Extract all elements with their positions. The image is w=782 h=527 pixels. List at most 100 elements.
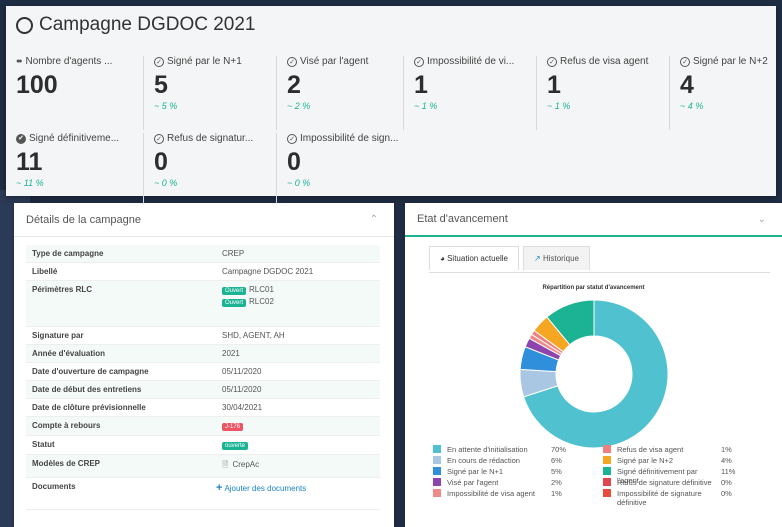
stat-label-text: Signé définitiveme... (29, 133, 120, 144)
legend-value: 6% (551, 456, 562, 465)
row-key: Libellé (26, 262, 216, 281)
panel-header[interactable]: Etat d'avancement ⌄ (405, 203, 782, 237)
stat-label: ✓ Signé par le N+1 (154, 56, 276, 67)
stat-label-text: Nombre d'agents ... (25, 56, 113, 67)
check-circle-icon: ✓ (680, 56, 690, 67)
legend-value: 70% (551, 445, 567, 454)
stat-label: ●● Nombre d'agents ... (16, 56, 138, 67)
legend-label: En cours de rédaction (447, 456, 520, 465)
stat-card: ✓ Impossibilité de vi... 1 ~ 1 % (403, 56, 531, 130)
panel-header[interactable]: Détails de la campagne ⌃ (14, 203, 394, 237)
legend-label: Impossibilité de visa agent (447, 489, 535, 498)
legend-value: 5% (551, 467, 562, 476)
stat-label: ✓ Refus de signatur... (154, 133, 276, 144)
table-row: Date de début des entretiens 05/11/2020 (26, 380, 380, 399)
stat-label: ✓ Refus de visa agent (547, 56, 669, 67)
legend-label: Signé par le N+2 (617, 456, 674, 465)
row-value: + Ajouter des documents (216, 477, 380, 510)
stat-label: ✓ Visé par l'agent (287, 56, 409, 67)
table-row: Statut ouverte (26, 435, 380, 455)
stat-label-text: Refus de visa agent (560, 56, 649, 67)
legend-item[interactable]: Impossibilité de signature définitive 0% (603, 489, 773, 507)
row-value: 🗎 CrepAc (216, 454, 380, 478)
legend-item[interactable]: Signé par le N+1 5% (433, 467, 603, 476)
legend-row: Visé par l'agent 2% Refus de signature déf… (433, 478, 773, 489)
legend-item[interactable]: En cours de rédaction 6% (433, 456, 603, 465)
tab-current-situation[interactable]: ◕ Situation actuelle (429, 246, 520, 270)
add-documents-link[interactable]: + Ajouter des documents (216, 482, 306, 494)
perimeter-value: RLC02 (249, 297, 274, 306)
table-row: Compte à rebours J-176 (26, 416, 380, 436)
legend-swatch (603, 456, 611, 464)
stat-card: ✔ Signé définitiveme... 11 ~ 11 % (16, 133, 144, 207)
stat-label: ✓ Signé par le N+2 (680, 56, 782, 67)
row-value: 30/04/2021 (216, 398, 380, 417)
stat-percent: ~ 1 % (547, 101, 571, 111)
chevron-up-icon[interactable]: ⌃ (370, 214, 378, 225)
row-key: Signature par (26, 326, 216, 345)
row-key: Documents (26, 477, 216, 510)
check-circle-icon: ✓ (287, 56, 297, 67)
donut-chart (519, 299, 669, 449)
row-value: SHD, AGENT, AH (216, 326, 380, 345)
tab-history[interactable]: ↗ Historique (523, 246, 590, 270)
chart-title: Répartition par statut d'avancement (542, 285, 645, 291)
row-key: Date de début des entretiens (26, 380, 216, 399)
legend-label: Impossibilité de signature définitive (617, 489, 702, 507)
legend-value: 2% (551, 478, 562, 487)
stat-percent: ~ 4 % (680, 101, 704, 111)
stat-label: ✔ Signé définitiveme... (16, 133, 138, 144)
stat-value: 0 (287, 148, 301, 176)
legend-label: Visé par l'agent (447, 478, 499, 487)
legend-item[interactable]: Signé par le N+2 4% (603, 456, 773, 465)
legend-item[interactable]: Refus de signature définitive 0% (603, 478, 773, 487)
template-link[interactable]: CrepAc (232, 460, 259, 469)
plus-icon: + (216, 482, 223, 494)
stat-card: ✓ Refus de visa agent 1 ~ 1 % (536, 56, 664, 130)
stat-label-text: Impossibilité de sign... (300, 133, 399, 144)
check-circle-icon: ✓ (154, 56, 164, 67)
stat-percent: ~ 11 % (16, 178, 44, 188)
legend-item[interactable]: Visé par l'agent 2% (433, 478, 603, 487)
panel-title: Etat d'avancement (417, 213, 508, 225)
legend-value: 0% (721, 478, 732, 487)
row-value: CREP (216, 245, 380, 263)
tab-label: Historique (542, 254, 579, 263)
legend-item[interactable]: En attente d'initialisation 70% (433, 445, 603, 454)
stat-card: ✓ Signé par le N+2 4 ~ 4 % (669, 56, 782, 130)
page-title-row: Campagne DGDOC 2021 (16, 14, 256, 36)
tab-label: Situation actuelle (447, 254, 509, 263)
legend-swatch (433, 456, 441, 464)
table-row: Libellé Campagne DGDOC 2021 (26, 262, 380, 281)
stat-label-text: Impossibilité de vi... (427, 56, 515, 67)
circle-icon (16, 16, 33, 34)
legend-item[interactable]: Refus de visa agent 1% (603, 445, 773, 454)
stat-value: 0 (154, 148, 168, 176)
stat-percent: ~ 5 % (154, 101, 178, 111)
chevron-down-icon[interactable]: ⌄ (758, 214, 766, 225)
stat-card: ✓ Impossibilité de sign... 0 ~ 0 % (276, 133, 404, 207)
stat-label-text: Signé par le N+2 (693, 56, 768, 67)
row-value: ouverte (216, 435, 380, 455)
legend-row: En attente d'initialisation 70% Refus de v… (433, 445, 773, 456)
row-key: Périmètres RLC (26, 280, 216, 327)
row-value: 05/11/2020 (216, 380, 380, 399)
status-badge: Ouvert (222, 299, 247, 307)
table-row: Année d'évaluation 2021 (26, 344, 380, 363)
document-icon: 🗎 (222, 460, 229, 469)
legend-swatch (433, 445, 441, 453)
legend-item[interactable]: Impossibilité de visa agent 1% (433, 489, 603, 498)
legend-value: 1% (551, 489, 562, 498)
stat-value: 2 (287, 71, 301, 99)
campaign-summary-card: Campagne DGDOC 2021 ●● Nombre d'agents ..… (6, 6, 776, 207)
line-chart-icon: ↗ (534, 254, 541, 263)
table-row: Périmètres RLC Ouvert RLC01 Ouvert RLC02 (26, 280, 380, 327)
legend-label: Refus de visa agent (617, 445, 684, 454)
stat-value: 100 (16, 71, 58, 99)
legend-swatch (603, 489, 611, 497)
legend-swatch (433, 467, 441, 475)
legend-swatch (603, 445, 611, 453)
users-icon: ●● (16, 58, 23, 65)
campaign-details-panel: Détails de la campagne ⌃ Type de campagn… (14, 203, 394, 527)
legend-swatch (433, 478, 441, 486)
